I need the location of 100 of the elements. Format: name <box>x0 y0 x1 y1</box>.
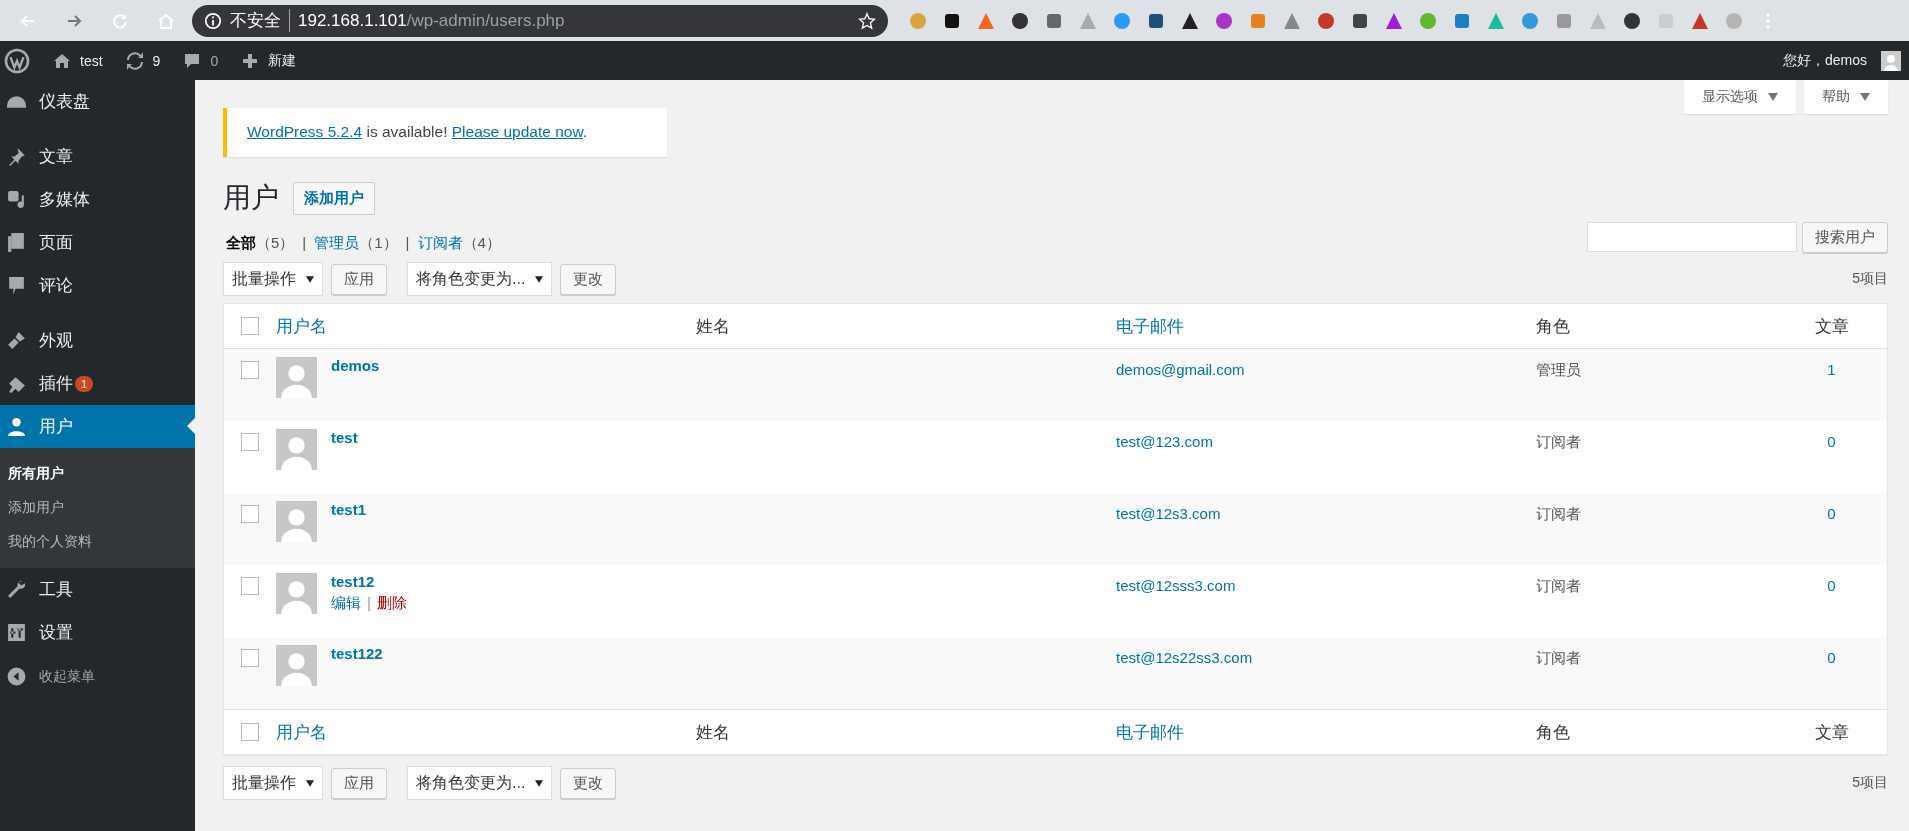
brush-icon <box>6 330 27 351</box>
filter-link[interactable]: 全部（5） <box>226 234 295 253</box>
change-role-select[interactable]: 将角色变更为... <box>407 262 553 296</box>
row-checkbox[interactable] <box>241 433 259 451</box>
updates-link[interactable]: 9 <box>124 50 161 71</box>
username-link[interactable]: test <box>331 429 358 446</box>
account-link[interactable]: 您好，demos <box>1782 50 1901 71</box>
caret-icon <box>306 275 314 283</box>
email-link[interactable]: test@123.com <box>1116 433 1213 450</box>
email-link[interactable]: test@12s3.com <box>1116 505 1221 522</box>
separator-text: | <box>405 234 410 253</box>
row-checkbox[interactable] <box>241 649 259 667</box>
sidebar-item[interactable]: 仪表盘 <box>0 80 195 123</box>
change-role-select[interactable]: 将角色变更为... <box>407 766 553 800</box>
info-icon <box>204 11 222 30</box>
sidebar-item[interactable]: 评论 <box>0 264 195 307</box>
column-header[interactable]: 用户名 <box>276 316 327 336</box>
email-link[interactable]: test@12s22ss3.com <box>1116 649 1253 666</box>
role-text: 管理员 <box>1536 361 1581 378</box>
role-text: 订阅者 <box>1536 433 1581 450</box>
posts-count-link[interactable]: 0 <box>1827 577 1836 594</box>
caret-icon <box>1768 93 1778 101</box>
select-all-checkbox[interactable] <box>241 723 259 741</box>
sidebar-item[interactable]: 工具 <box>0 568 195 611</box>
avatar-icon <box>276 429 317 470</box>
page-icon <box>6 232 27 253</box>
security-label: 不安全 <box>230 9 290 32</box>
email-link[interactable]: test@12sss3.com <box>1116 577 1236 594</box>
row-action-link[interactable]: 删除 <box>376 594 407 613</box>
sidebar-item[interactable]: 多媒体 <box>0 178 195 221</box>
sidebar-item[interactable]: 用户 <box>0 405 195 448</box>
role-text: 订阅者 <box>1536 649 1581 666</box>
apply-button[interactable]: 应用 <box>331 767 387 799</box>
wordpress-logo-icon[interactable] <box>4 47 30 74</box>
submenu-item[interactable]: 添加用户 <box>0 490 195 524</box>
avatar-icon <box>276 573 317 614</box>
column-header: 姓名 <box>696 316 730 336</box>
screen-meta-tab[interactable]: 显示选项 <box>1684 80 1796 114</box>
search-button[interactable]: 搜索用户 <box>1802 222 1888 253</box>
posts-count-link[interactable]: 0 <box>1827 433 1836 450</box>
row-action-link[interactable]: 编辑 <box>331 594 361 613</box>
avatar-icon <box>276 501 317 542</box>
column-header[interactable]: 电子邮件 <box>1116 316 1184 336</box>
submenu-item[interactable]: 我的个人资料 <box>0 524 195 558</box>
star-icon[interactable] <box>858 11 876 30</box>
username-link[interactable]: test122 <box>331 645 383 662</box>
search-field[interactable] <box>1587 222 1797 252</box>
column-header: 姓名 <box>696 722 730 742</box>
column-header: 文章 <box>1814 316 1849 336</box>
filter-link[interactable]: 订阅者（4） <box>417 234 501 253</box>
screen-meta-tab[interactable]: 帮助 <box>1804 80 1888 114</box>
filter-link[interactable]: 管理员（1） <box>314 234 398 253</box>
column-header[interactable]: 电子邮件 <box>1116 722 1184 742</box>
extension-icon[interactable] <box>1010 10 1030 31</box>
item-count: 5项目 <box>1852 270 1888 288</box>
site-link[interactable]: test <box>52 50 103 71</box>
avatar-icon <box>276 645 317 686</box>
sidebar-item[interactable]: 插件 1 <box>0 362 195 405</box>
update-now-link[interactable]: Please update now <box>451 123 583 140</box>
apply-button[interactable]: 应用 <box>331 263 387 295</box>
email-link[interactable]: demos@gmail.com <box>1116 361 1245 378</box>
item-count: 5项目 <box>1852 774 1888 792</box>
sidebar-item[interactable]: 外观 <box>0 319 195 362</box>
new-link[interactable]: 新建 <box>240 50 297 71</box>
row-checkbox[interactable] <box>241 505 259 523</box>
caret-icon <box>535 275 544 283</box>
page-title: 用户 <box>223 181 279 215</box>
role-text: 订阅者 <box>1536 505 1581 522</box>
column-header[interactable]: 用户名 <box>276 722 327 742</box>
bulk-actions-select[interactable]: 批量操作 <box>223 262 323 296</box>
change-button[interactable]: 更改 <box>560 263 617 295</box>
separator-text: | <box>302 234 307 253</box>
settings-icon <box>6 622 27 643</box>
select-all-checkbox[interactable] <box>241 317 259 335</box>
collapse-menu-button[interactable]: 收起菜单 <box>0 654 195 699</box>
username-link[interactable]: test12 <box>331 573 407 590</box>
submenu-item[interactable]: 所有用户 <box>0 456 195 490</box>
avatar-icon <box>1881 50 1901 71</box>
separator-text: | <box>367 594 371 613</box>
extension-icon[interactable] <box>1622 10 1642 31</box>
bulk-actions-select[interactable]: 批量操作 <box>223 766 323 800</box>
version-link[interactable]: WordPress 5.2.4 <box>247 123 363 140</box>
row-checkbox[interactable] <box>241 577 259 595</box>
sidebar-item[interactable]: 文章 <box>0 135 195 178</box>
username-link[interactable]: test1 <box>331 501 367 518</box>
row-checkbox[interactable] <box>241 361 259 379</box>
change-button[interactable]: 更改 <box>560 767 617 799</box>
add-user-button[interactable]: 添加用户 <box>293 181 375 215</box>
comments-link[interactable]: 0 <box>182 50 219 71</box>
sidebar-item[interactable]: 页面 <box>0 221 195 264</box>
posts-count-link[interactable]: 0 <box>1827 505 1836 522</box>
caret-icon <box>1860 93 1870 101</box>
username-link[interactable]: demos <box>331 357 380 374</box>
role-text: 订阅者 <box>1536 577 1581 594</box>
refresh-icon <box>124 50 145 71</box>
caret-icon <box>306 779 314 787</box>
posts-count-link[interactable]: 0 <box>1827 649 1836 666</box>
posts-count-link[interactable]: 1 <box>1827 361 1836 378</box>
address-bar[interactable]: 不安全 192.168.1.101/wp-admin/users.php <box>192 4 888 37</box>
sidebar-item[interactable]: 设置 <box>0 611 195 654</box>
